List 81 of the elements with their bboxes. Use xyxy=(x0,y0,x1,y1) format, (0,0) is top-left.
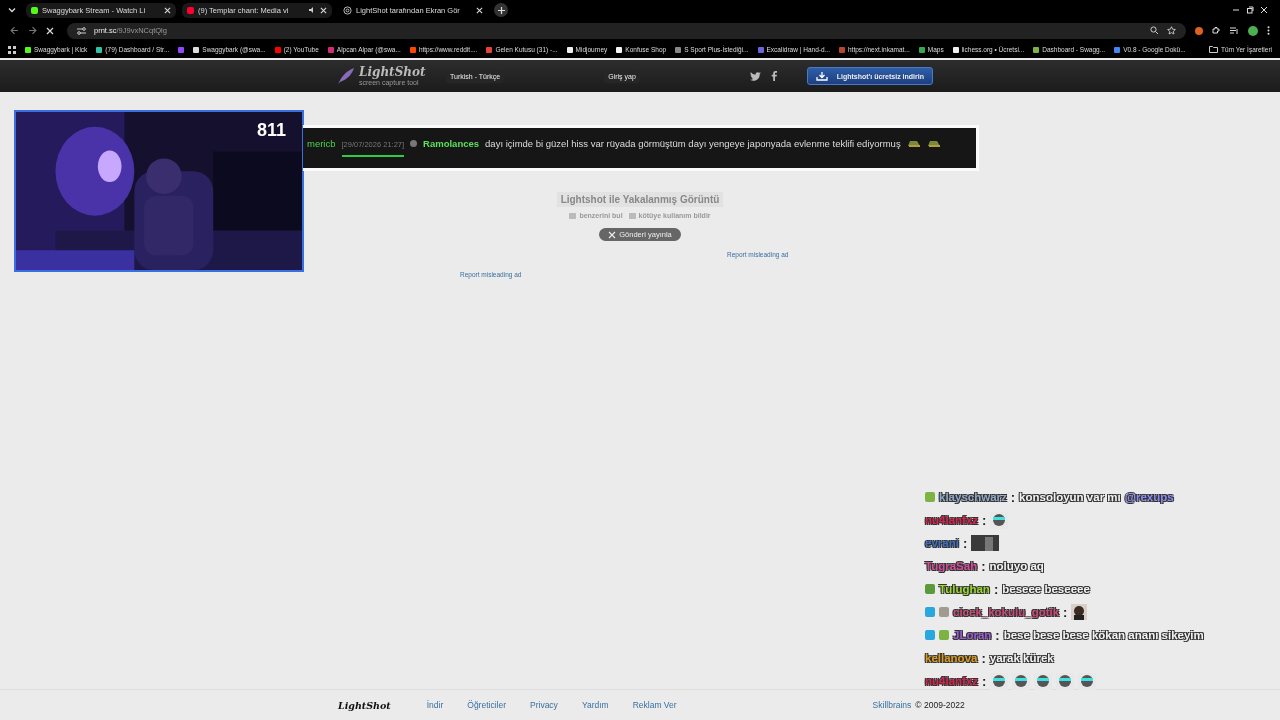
separator: : xyxy=(982,512,987,528)
profile-avatar[interactable] xyxy=(1248,25,1258,36)
apps-grid-icon[interactable] xyxy=(8,45,16,54)
separator: : xyxy=(1063,604,1068,620)
feather-icon[interactable] xyxy=(336,66,356,86)
favicon-icon[interactable] xyxy=(1033,46,1040,53)
close-icon[interactable] xyxy=(476,6,483,14)
favicon-icon[interactable] xyxy=(96,46,103,53)
close-icon[interactable] xyxy=(1260,6,1268,14)
favicon-icon[interactable] xyxy=(409,46,416,53)
favicon-icon[interactable] xyxy=(566,46,573,53)
chat-badge-icon xyxy=(925,584,935,594)
chat-message: dayı içimde bi güzel hiss var rüyada görmüştüm dayı yengeye japonyada evlenme teklifi ediyormuş xyxy=(485,138,901,149)
facebook-icon[interactable] xyxy=(770,71,777,81)
chat-message: beseee beseeee xyxy=(1002,583,1090,595)
copyright-text: © 2009-2022 xyxy=(915,700,965,710)
chat-message: konsoloyun var mı xyxy=(1019,491,1121,503)
footer-link[interactable]: Reklam Ver xyxy=(632,700,677,710)
download-icon[interactable] xyxy=(815,71,828,81)
viewer-count: 811 xyxy=(256,120,286,141)
emote-icon xyxy=(906,138,921,148)
favicon-icon[interactable] xyxy=(25,46,31,53)
chat-username: TugraSah xyxy=(925,560,978,572)
page-title: Lightshot ile Yakalanmış Görüntü xyxy=(556,192,724,207)
emote-icon xyxy=(926,138,941,148)
chat-username: nu4lanfxz xyxy=(925,675,979,687)
extension-icon[interactable] xyxy=(1195,26,1203,35)
separator: : xyxy=(962,535,968,551)
footer-link[interactable]: Yardım xyxy=(581,700,609,710)
username: mericb xyxy=(306,138,336,149)
chat-message: noluyo aq xyxy=(989,560,1044,572)
restore-icon[interactable] xyxy=(1246,6,1254,14)
chat-username: kellanova xyxy=(925,652,978,664)
puzzle-icon[interactable] xyxy=(1212,26,1221,35)
separator: : xyxy=(993,581,999,597)
menu-icon[interactable] xyxy=(1267,26,1270,35)
favicon-icon[interactable] xyxy=(952,46,959,53)
chat-username: cicek_kokulu_gotik xyxy=(953,606,1060,618)
company-link[interactable]: Skillbrains xyxy=(872,700,912,710)
star-icon[interactable] xyxy=(1167,26,1176,35)
chat-username: evrani xyxy=(925,537,959,549)
favicon-icon[interactable] xyxy=(193,46,200,53)
site-settings-icon[interactable] xyxy=(77,26,86,35)
separator: : xyxy=(1010,489,1016,505)
emote-icon xyxy=(971,535,1000,551)
back-icon[interactable] xyxy=(10,26,19,35)
separator: : xyxy=(995,627,1000,643)
favicon-icon[interactable] xyxy=(675,46,682,53)
folder-icon[interactable] xyxy=(1209,46,1219,53)
chat-username: klayschwarz xyxy=(939,491,1007,503)
zoom-icon[interactable] xyxy=(1150,26,1159,35)
media-control-icon[interactable] xyxy=(1230,26,1239,35)
minimize-icon[interactable] xyxy=(1232,6,1240,14)
separator: : xyxy=(982,673,987,689)
username: Ramolances xyxy=(423,138,480,149)
footer-link[interactable]: Privacy xyxy=(530,700,558,710)
emote-icon xyxy=(1071,604,1088,620)
chat-message: bese bese bese kökan ananı sikeyim xyxy=(1003,629,1204,641)
speaker-icon[interactable] xyxy=(308,6,316,14)
chat-message: yarak kürek xyxy=(989,652,1054,664)
favicon-icon[interactable] xyxy=(918,46,925,53)
close-icon[interactable] xyxy=(164,6,171,14)
footer-link[interactable]: İndir xyxy=(426,700,444,710)
footer-link[interactable]: Öğreticiler xyxy=(467,700,506,710)
separator: : xyxy=(981,558,986,574)
site-favicon-icon xyxy=(31,6,38,14)
chat-username: Tulughan xyxy=(939,583,990,595)
logo-text[interactable]: LightShot xyxy=(359,66,426,79)
x-logo-icon[interactable] xyxy=(608,230,617,239)
chat-username: nu4lanfxz xyxy=(925,514,979,526)
site-favicon-icon xyxy=(187,6,194,14)
close-icon[interactable] xyxy=(320,6,327,14)
stop-icon[interactable] xyxy=(46,26,54,35)
forward-icon[interactable] xyxy=(28,26,37,35)
favicon-icon[interactable] xyxy=(616,46,623,53)
footer-logo[interactable]: LightShot xyxy=(338,699,391,711)
chat-username: JLoran xyxy=(953,629,992,641)
chat-badge-icon xyxy=(925,492,935,502)
separator: : xyxy=(981,650,986,666)
twitter-icon[interactable] xyxy=(749,71,761,81)
tab-list-icon[interactable] xyxy=(8,6,16,14)
